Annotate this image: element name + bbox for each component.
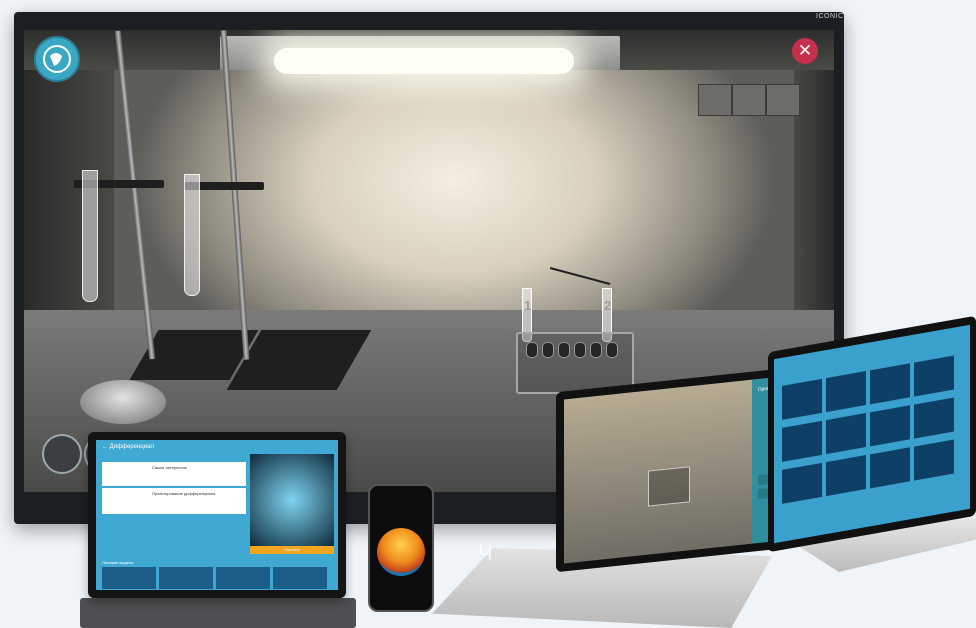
row-title: Проектирование дифференциала [152,491,216,496]
catalog-card[interactable] [914,355,954,397]
hand-tool-icon[interactable] [42,434,82,474]
test-tube[interactable] [82,170,98,302]
tablet-info-row[interactable]: Проектирование дифференциала [102,488,246,514]
tablet-keyboard [80,598,356,628]
rack-slot [590,342,602,358]
laptop-screen[interactable] [774,324,970,544]
tablet-screen[interactable]: ← Дифференциал Самое интересное Проектир… [96,440,338,590]
rack-slot [558,342,570,358]
catalog-card[interactable] [826,455,866,497]
rack-slot [606,342,618,358]
globe-icon-graphic [43,45,71,73]
panel-brand-label: ICONIC [816,13,844,20]
catalog-card[interactable] [870,363,910,405]
catalog-card[interactable] [870,447,910,489]
left-wall [24,70,114,330]
catalog-card[interactable] [782,378,822,420]
tablet-device: ← Дифференциал Самое интересное Проектир… [88,432,346,598]
related-model-card[interactable] [102,567,156,589]
spirit-burner[interactable] [80,380,166,424]
overlay-letter: Ч [478,540,493,565]
catalog-card[interactable] [914,397,954,439]
wall-vent [766,84,800,116]
go-button[interactable]: Перейти [250,546,334,554]
globe-icon[interactable] [34,36,80,82]
related-model-card[interactable] [273,567,327,589]
close-button[interactable]: ✕ [792,38,818,64]
ceiling-lamp-light [274,48,574,74]
catalog-card[interactable] [782,420,822,462]
rack-slot [542,342,554,358]
smoldering-splint[interactable] [549,267,611,285]
catalog-card[interactable] [826,413,866,455]
wall-vent [698,84,732,116]
tablet-info-row[interactable]: Самое интересное [102,462,246,486]
related-model-card[interactable] [159,567,213,589]
test-tube[interactable] [184,174,200,296]
tablet-header-title: ← Дифференциал [102,444,154,450]
earth-layers-model[interactable] [377,528,425,576]
row-title: Самое интересное [152,465,188,470]
catalog-card[interactable] [914,439,954,481]
differential-3d-model[interactable] [250,454,334,546]
related-model-card[interactable] [216,567,270,589]
test-tube-rack[interactable] [516,332,634,394]
smartphone-device [368,484,434,612]
catalog-card[interactable] [782,462,822,504]
related-heading: Похожие модели [102,560,134,565]
catalog-card[interactable] [826,371,866,413]
wall-vent [732,84,766,116]
rack-slot [526,342,538,358]
laptop-device [768,315,976,553]
catalog-card[interactable] [870,405,910,447]
test-tube-rack[interactable] [648,466,690,507]
rack-slot [574,342,586,358]
